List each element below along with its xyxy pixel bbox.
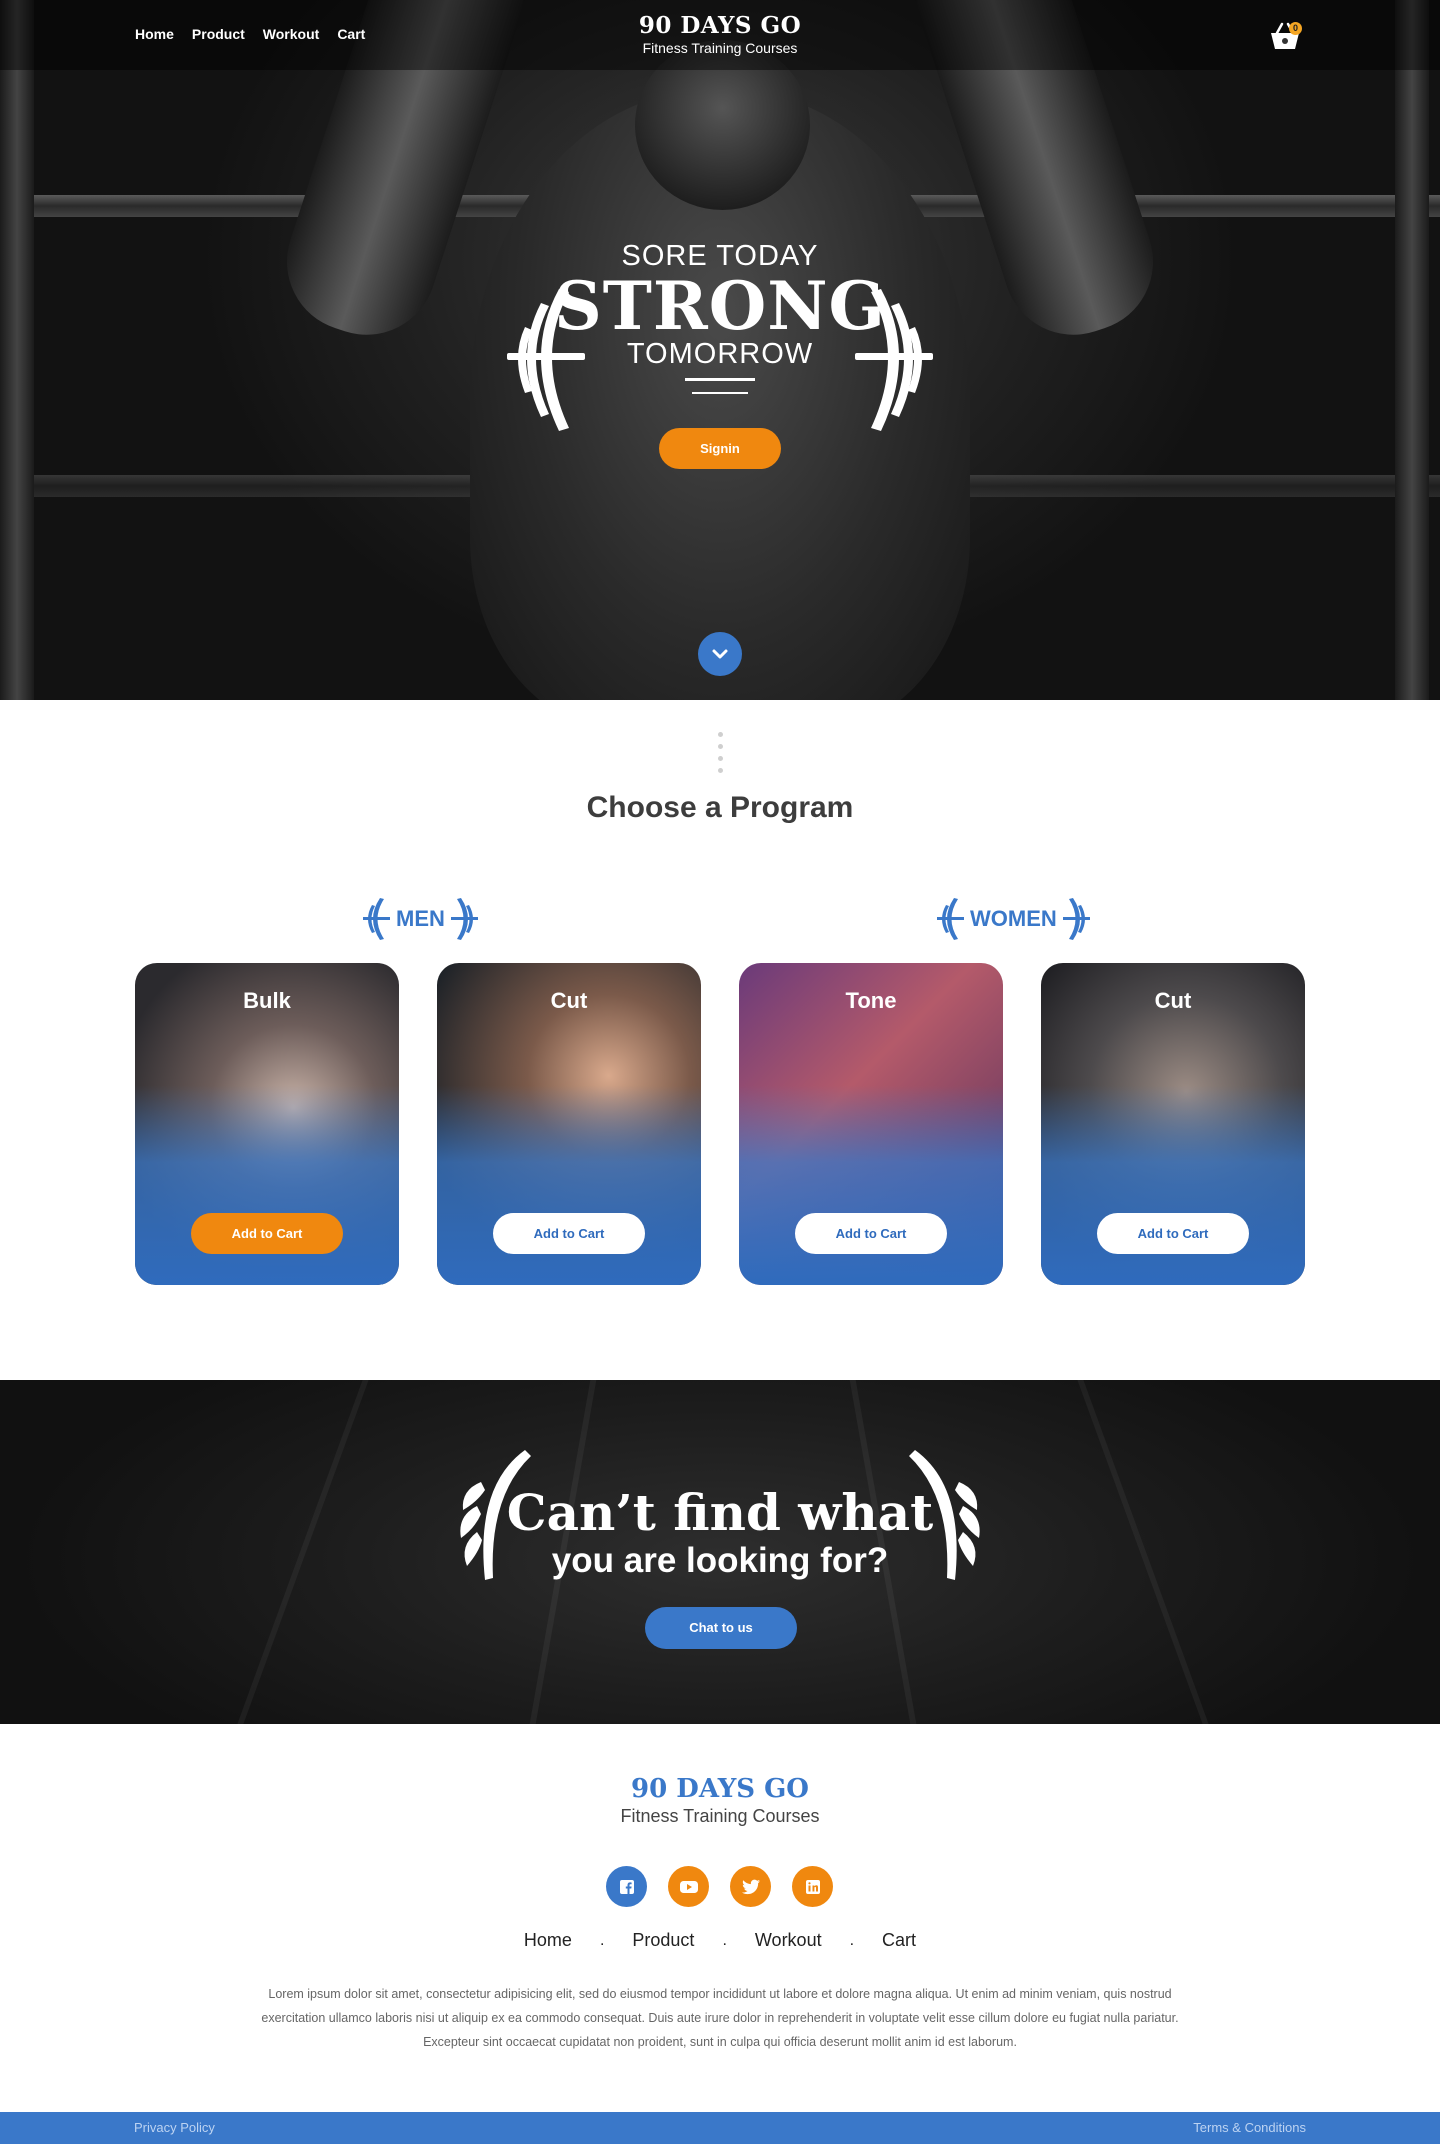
hero-section: Home Product Workout Cart 90 DAYS GO Fit… [0, 0, 1440, 700]
nav-separator: . [849, 1931, 855, 1949]
privacy-policy-link[interactable]: Privacy Policy [134, 2120, 215, 2135]
hero-divider [685, 378, 755, 381]
dumbbell-icon [855, 289, 933, 431]
program-card-cut-women[interactable]: Cut Add to Cart [1041, 963, 1305, 1285]
program-card-tone[interactable]: Tone Add to Cart [739, 963, 1003, 1285]
contact-cta-section: Can’t find what you are looking for? Cha… [0, 1380, 1440, 1724]
programs-title: Choose a Program [586, 791, 854, 824]
men-label: MEN [362, 896, 479, 942]
card-title: Bulk [243, 988, 291, 1013]
cart-count-badge: 0 [1289, 22, 1302, 35]
social-links [606, 1866, 833, 1907]
dumbbell-icon [507, 289, 585, 431]
cta-line-1: Can’t find what [506, 1483, 934, 1542]
hero-line-2: STRONG [554, 267, 886, 345]
scroll-down-button[interactable] [698, 632, 742, 676]
hero-divider-2 [692, 392, 748, 394]
youtube-icon [679, 1880, 698, 1893]
footer-nav-product[interactable]: Product [632, 1930, 694, 1951]
nav-separator: . [722, 1931, 727, 1949]
men-label-text: MEN [396, 906, 445, 931]
bottom-bar: Privacy Policy Terms & Conditions [0, 2112, 1440, 2144]
footer-nav: Home . Product . Workout . Cart [0, 1930, 1440, 1951]
add-to-cart-button[interactable]: Add to Cart [191, 1213, 343, 1254]
footer-nav-workout[interactable]: Workout [755, 1930, 822, 1951]
chat-button[interactable]: Chat to us [645, 1607, 797, 1649]
footer-nav-home[interactable]: Home [524, 1930, 572, 1951]
dumbbell-icon [1062, 898, 1090, 940]
hero-headline: SORE TODAY STRONG TOMORROW [0, 240, 1440, 369]
add-to-cart-button[interactable]: Add to Cart [795, 1213, 947, 1254]
brand-logo[interactable]: 90 DAYS GO Fitness Training Courses [0, 12, 1440, 56]
twitter-button[interactable] [730, 1866, 771, 1907]
dumbbell-icon [937, 898, 964, 940]
hero-line-3: TOMORROW [626, 338, 814, 370]
footer-nav-cart[interactable]: Cart [882, 1930, 916, 1951]
program-card-bulk[interactable]: Bulk Add to Cart [135, 963, 399, 1285]
cta-headline: Can’t find what you are looking for? [0, 1485, 1440, 1581]
women-label: WOMEN [936, 896, 1091, 942]
add-to-cart-button[interactable]: Add to Cart [1097, 1213, 1249, 1254]
nav-separator: . [599, 1931, 605, 1949]
add-to-cart-button[interactable]: Add to Cart [493, 1213, 645, 1254]
women-label-text: WOMEN [970, 906, 1057, 931]
dumbbell-icon [450, 898, 478, 940]
footer-brand-title: 90 DAYS GO [631, 1774, 809, 1804]
linkedin-icon [805, 1879, 820, 1894]
facebook-button[interactable] [606, 1866, 647, 1907]
card-title: Cut [550, 988, 588, 1013]
chevron-down-icon [712, 649, 728, 659]
linkedin-button[interactable] [792, 1866, 833, 1907]
brand-subtitle: Fitness Training Courses [642, 40, 798, 56]
card-title: Tone [845, 988, 897, 1013]
signin-button[interactable]: Signin [659, 428, 781, 469]
cta-line-2: you are looking for? [551, 1541, 889, 1580]
dumbbell-icon [363, 898, 390, 940]
terms-link[interactable]: Terms & Conditions [1193, 2120, 1306, 2135]
card-title: Cut [1154, 988, 1192, 1013]
twitter-icon [741, 1879, 760, 1894]
facebook-icon [619, 1879, 634, 1894]
top-navbar: Home Product Workout Cart 90 DAYS GO Fit… [0, 0, 1440, 70]
cart-button[interactable]: 0 [1268, 20, 1302, 52]
footer-brand[interactable]: 90 DAYS GO Fitness Training Courses [0, 1774, 1440, 1827]
program-card-cut-men[interactable]: Cut Add to Cart [437, 963, 701, 1285]
footer-description: Lorem ipsum dolor sit amet, consectetur … [261, 1987, 1179, 2049]
section-dots [718, 732, 723, 780]
youtube-button[interactable] [668, 1866, 709, 1907]
footer-brand-subtitle: Fitness Training Courses [620, 1806, 820, 1826]
brand-title: 90 DAYS GO [638, 12, 802, 39]
